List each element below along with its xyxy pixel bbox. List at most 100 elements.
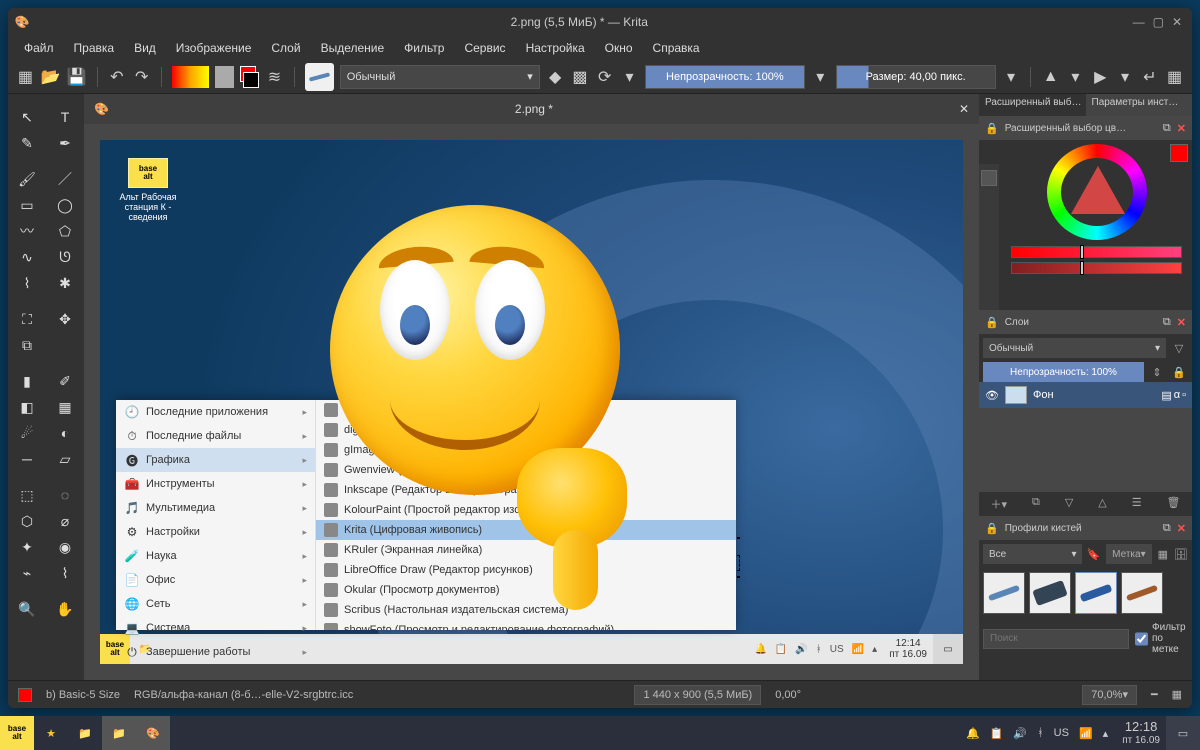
reload-brush-button[interactable]: ⟳ [595, 66, 614, 88]
new-doc-button[interactable]: ▦ [16, 66, 35, 88]
canvas-only-button[interactable]: ▦ [1172, 688, 1182, 701]
sm-app-item[interactable]: Krita (Цифровая живопись) [316, 520, 736, 540]
zoom-select[interactable]: 70,0% ▾ [1082, 685, 1137, 705]
brush-preset[interactable] [1121, 572, 1163, 614]
doc-tab-title[interactable]: 2.png * [119, 102, 949, 116]
layer-filter-icon[interactable]: ▽ [1170, 342, 1188, 355]
doc-close-button[interactable]: ✕ [949, 102, 979, 116]
delete-layer-button[interactable]: 🗑 [1167, 496, 1181, 512]
canvas[interactable]: basealt Альт Рабочая станция К - сведени… [84, 124, 979, 680]
sm-app-item[interactable]: Scribus (Настольная издательская система… [316, 600, 736, 620]
sm-app-item[interactable]: Blender (Редактор 3D-моделей) [316, 400, 736, 420]
bezier-select-tool[interactable]: ⌁ [8, 560, 46, 586]
sb-swatch[interactable] [18, 688, 32, 702]
save-doc-button[interactable]: 💾 [67, 66, 87, 88]
brush-preset[interactable] [1075, 572, 1117, 614]
grid-view-icon[interactable]: ▦ [1158, 548, 1168, 561]
menu-изображение[interactable]: Изображение [168, 39, 260, 57]
opacity-lock-icon[interactable]: ⇕ [1148, 366, 1166, 379]
tab-tool-options[interactable]: Параметры инст… [1086, 94, 1193, 116]
sm-app-item[interactable]: Gwenview (Программа просмотра изображе… [316, 460, 736, 480]
sm-app-item[interactable]: KolourPaint (Простой редактор изображени… [316, 500, 736, 520]
inner-clock[interactable]: 12:14 пт 16.09 [883, 638, 933, 660]
sm-category[interactable]: 🅖Графика▸ [116, 448, 315, 472]
show-desktop[interactable]: ▭ [1166, 716, 1200, 750]
minimize-button[interactable]: — [1133, 15, 1145, 29]
layer-lock-icon[interactable]: ▫ [1182, 389, 1186, 402]
chevron-up-icon[interactable]: ▴ [872, 644, 877, 655]
volume-icon[interactable]: 🔊 [1013, 727, 1027, 740]
layer-name[interactable]: Фон [1033, 389, 1054, 401]
float-icon[interactable]: ⧉ [1163, 122, 1171, 135]
wifi-icon[interactable]: 📶 [1079, 727, 1093, 740]
ellipse-select-tool[interactable]: ◌ [46, 482, 84, 508]
opacity-lock-icon-2[interactable]: 🔒 [1170, 366, 1188, 379]
size-slider[interactable]: Размер: 40,00 пикс. [836, 65, 996, 89]
add-layer-button[interactable]: ＋▾ [990, 496, 1007, 512]
layer-props-button[interactable]: ☰ [1132, 496, 1142, 512]
menu-файл[interactable]: Файл [16, 39, 62, 57]
open-doc-button[interactable]: 📂 [41, 66, 61, 88]
os-task-krita[interactable]: 🎨 [136, 716, 170, 750]
panel-close-icon[interactable]: ✕ [1177, 316, 1186, 329]
visibility-icon[interactable]: 👁 [985, 389, 999, 402]
menu-справка[interactable]: Справка [645, 39, 708, 57]
bluetooth-icon[interactable]: ᚼ [816, 644, 822, 655]
zoom-tool[interactable]: 🔍 [8, 596, 46, 622]
volume-icon[interactable]: 🔊 [795, 644, 807, 655]
lock-icon[interactable]: 🔒 [985, 522, 999, 535]
layer-opacity-slider[interactable]: Непрозрачность: 100% [983, 362, 1144, 382]
menu-слой[interactable]: Слой [263, 39, 308, 57]
transform-tool[interactable]: ⛶ [8, 306, 46, 332]
alpha-lock-toggle[interactable]: ▩ [571, 66, 590, 88]
tab-advanced-color[interactable]: Расширенный выб… [979, 94, 1086, 116]
pan-tool[interactable]: ✋ [46, 596, 84, 622]
smart-fill-tool[interactable]: ☄ [8, 420, 46, 446]
assist-tool[interactable]: ◐ [46, 420, 84, 446]
bluetooth-icon[interactable]: ᚼ [1037, 727, 1044, 739]
brush-label-select[interactable]: Метка ▾ [1106, 544, 1151, 564]
contiguous-select-tool[interactable]: ✦ [8, 534, 46, 560]
poly-select-tool[interactable]: ⬡ [8, 508, 46, 534]
sm-category[interactable]: 🕘Последние приложения▸ [116, 400, 315, 424]
sm-category[interactable]: 🧰Инструменты▸ [116, 472, 315, 496]
storage-icon[interactable]: 🗄 [1174, 548, 1188, 561]
free-select-tool[interactable]: ⌀ [46, 508, 84, 534]
opacity-down-icon[interactable]: ▾ [811, 66, 830, 88]
wifi-icon[interactable]: 📶 [852, 644, 864, 655]
brush-tool[interactable]: 🖌 [8, 166, 46, 192]
menu-настройка[interactable]: Настройка [518, 39, 593, 57]
maximize-button[interactable]: ▢ [1153, 15, 1164, 29]
dynamic-brush-tool[interactable]: ⌇ [8, 270, 46, 296]
panel-close-icon[interactable]: ✕ [1177, 522, 1186, 535]
brush-tag-select[interactable]: Все▾ [983, 544, 1082, 564]
move-layer-tool[interactable]: ✥ [46, 306, 84, 332]
crop-tool[interactable]: ⧉ [8, 332, 46, 358]
freehand-tool[interactable]: ᘎ [46, 244, 84, 270]
rect-select-tool[interactable]: ⬚ [8, 482, 46, 508]
os-task-files[interactable]: 📁 [68, 716, 102, 750]
bezier-tool[interactable]: ∿ [8, 244, 46, 270]
os-start-button[interactable]: basealt [0, 716, 34, 750]
rect-tool[interactable]: ▭ [8, 192, 46, 218]
zoom-slider-icon[interactable]: ━ [1151, 688, 1158, 701]
move-tool[interactable]: ↖ [8, 104, 46, 130]
brush-settings-button[interactable]: ≋ [265, 66, 284, 88]
pattern-swatch[interactable] [215, 66, 234, 88]
bell-icon[interactable]: 🔔 [966, 727, 980, 740]
menu-выделение[interactable]: Выделение [313, 39, 393, 57]
wrap-button[interactable]: ↵ [1140, 66, 1159, 88]
gradient-swatch[interactable] [172, 66, 210, 88]
color-tab-1[interactable] [981, 170, 997, 186]
clipboard-icon[interactable]: 📋 [990, 727, 1004, 740]
sm-app-item[interactable]: Okular (Просмотр документов) [316, 580, 736, 600]
magnetic-select-tool[interactable]: ⌇ [46, 560, 84, 586]
current-color-swatch[interactable] [1170, 144, 1188, 162]
menu-вид[interactable]: Вид [126, 39, 164, 57]
sm-category[interactable]: 📄Офис▸ [116, 568, 315, 592]
mirror-h-button[interactable]: ▲ [1041, 66, 1060, 88]
reference-tool[interactable]: ▱ [46, 446, 84, 472]
ellipse-tool[interactable]: ◯ [46, 192, 84, 218]
undo-button[interactable]: ↶ [107, 66, 126, 88]
sm-app-item[interactable]: showFoto (Просмотр и редактирование фото… [316, 620, 736, 630]
